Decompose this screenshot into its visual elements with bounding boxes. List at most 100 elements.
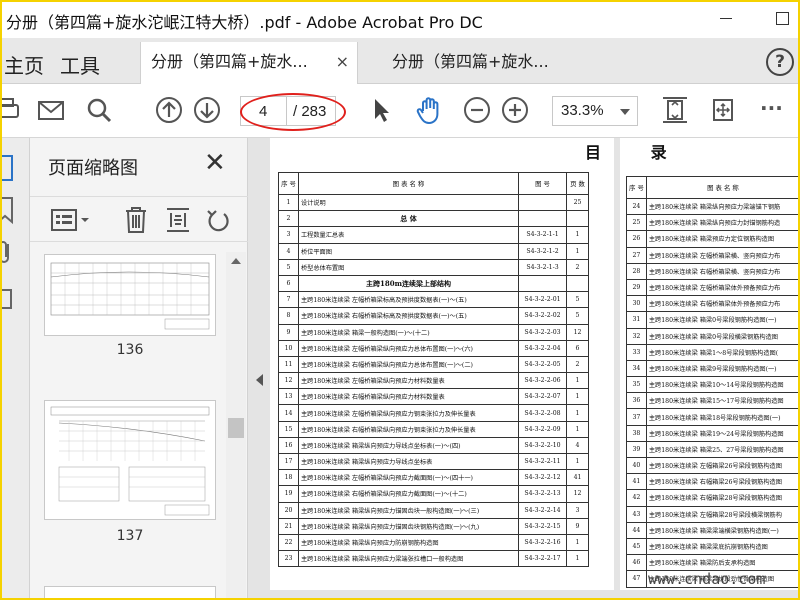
row-drawing-number: S4-3-2-2-05: [518, 355, 567, 374]
page-thumbnail[interactable]: [44, 254, 216, 336]
home-tab[interactable]: 主页: [4, 50, 44, 79]
row-title: 总 体: [298, 210, 519, 228]
table-row: 3 工程数量汇总表 S4-3-2-1-1 1: [278, 226, 589, 244]
table-row: 13 主跨180米连续梁 右幅桥箱梁纵向预应力材料数量表 S4-3-2-2-07 1: [278, 388, 589, 406]
table-row: 11 主跨180米连续梁 右幅桥箱梁纵向预应力总体布置图(一)～(二) S4-3-2…: [278, 355, 589, 374]
table-row: 37 主跨180米连续梁 箱梁18号梁段钢筋构造图(一): [626, 408, 800, 426]
row-number: 23: [278, 550, 299, 568]
navigation-rail: [0, 138, 30, 600]
tab-document-2[interactable]: 分册（第四篇+旋水...: [382, 42, 572, 84]
page-thumbnail[interactable]: [44, 400, 216, 520]
row-drawing-number: S4-3-2-1-3: [518, 258, 567, 276]
extract-page-icon[interactable]: [164, 205, 192, 235]
tab-label: 分册（第四篇+旋水...: [151, 52, 308, 71]
fit-page-icon[interactable]: [660, 95, 690, 125]
table-row: 14 主跨180米连续梁 左幅桥箱梁纵向预应力钢束张拉力及伸长量表 S4-3-2-2…: [278, 404, 589, 422]
panel-scrollbar[interactable]: [226, 252, 246, 600]
zoom-in-icon[interactable]: [500, 95, 530, 125]
table-row: 22 主跨180米连续梁 箱梁纵向预应力防崩钢筋构造图 S4-3-2-2-16 1: [278, 533, 589, 552]
row-drawing-number: S4-3-2-2-09: [518, 420, 567, 438]
row-number: 18: [278, 469, 299, 487]
hand-tool-icon[interactable]: [414, 95, 444, 125]
full-screen-icon[interactable]: [708, 95, 738, 125]
scroll-up-icon[interactable]: [231, 258, 241, 264]
row-number: 9: [278, 323, 299, 341]
annotation-oval: [240, 93, 346, 131]
table-row: 43 主跨180米连续梁 左幅箱梁28号梁段横梁钢筋构: [626, 505, 800, 523]
row-number: 14: [278, 404, 299, 422]
more-tools-icon[interactable]: ···: [760, 96, 783, 120]
print-icon[interactable]: [0, 95, 22, 125]
search-icon[interactable]: [84, 95, 114, 125]
row-number: 22: [278, 533, 299, 552]
row-page-count: 9: [566, 517, 589, 535]
row-number: 47: [626, 570, 647, 588]
row-page-count: 1: [566, 533, 589, 552]
thumbnail-preview: [50, 262, 210, 330]
help-icon[interactable]: ?: [766, 48, 794, 76]
page-thumbnails-rail-icon[interactable]: [0, 154, 16, 184]
table-row: 9 主跨180米连续梁 箱梁一般构造图(一)～(十二) S4-3-2-2-03 12: [278, 323, 589, 341]
row-page-count: 3: [566, 501, 589, 519]
thumbnail-options-icon[interactable]: [50, 207, 90, 233]
row-drawing-number: S4-3-2-2-03: [518, 323, 567, 341]
close-panel-icon[interactable]: ✕: [204, 148, 226, 178]
zoom-out-icon[interactable]: [462, 95, 492, 125]
row-number: 41: [626, 473, 647, 491]
page-thumbnail[interactable]: [44, 586, 216, 600]
row-number: 32: [626, 327, 647, 345]
table-row: 4 桥位平面图 S4-3-2-1-2 1: [278, 242, 589, 260]
attachments-rail-icon[interactable]: [0, 238, 16, 268]
row-number: 21: [278, 517, 299, 535]
maximize-button[interactable]: [770, 6, 794, 30]
row-title: 主跨180米连续梁 左幅桥箱梁标高及预拱度数据表(一)～(五): [298, 291, 519, 309]
row-number: 43: [626, 505, 647, 523]
delete-page-icon[interactable]: [122, 205, 150, 235]
row-page-count: 1: [566, 404, 589, 422]
row-title: 主跨180米连续梁 左幅桥箱梁纵向预应力钢束张拉力及伸长量表: [298, 404, 519, 422]
row-title: 主跨180m连续梁上部结构: [298, 274, 519, 293]
zoom-select[interactable]: 33.3%: [552, 96, 638, 126]
row-title: 主跨180米连续梁 左幅箱梁28号梁段横梁钢筋构: [645, 505, 800, 523]
contents-heading: 目 录: [585, 143, 689, 162]
next-page-icon[interactable]: [192, 95, 222, 125]
tab-document-active[interactable]: 分册（第四篇+旋水... ×: [140, 42, 358, 84]
row-title: 主跨180米连续梁 箱梁9号梁段钢筋构造图(一): [645, 359, 800, 378]
scrollbar-thumb[interactable]: [228, 418, 244, 438]
thumbnail-page-number: 136: [116, 342, 144, 358]
tab-close-icon[interactable]: ×: [336, 42, 349, 82]
table-row: 15 主跨180米连续梁 右幅桥箱梁纵向预应力钢束张拉力及伸长量表 S4-3-2-2…: [278, 420, 589, 438]
bookmarks-rail-icon[interactable]: [0, 196, 16, 226]
row-page-count: 1: [566, 452, 589, 471]
row-title: 主跨180米连续梁 箱梁纵向预应力锚固齿块钢筋构造图(一)～(九): [298, 517, 519, 535]
previous-page-icon[interactable]: [154, 95, 184, 125]
table-row: 8 主跨180米连续梁 右幅桥箱梁标高及预拱度数据表(一)～(五) S4-3-2-2…: [278, 307, 589, 325]
row-title: 主跨180米连续梁 箱梁纵向预应力梁端张拉槽口一般构造图: [298, 550, 519, 568]
row-title: 主跨180米连续梁 箱梁梁端横梁钢筋构造图(一): [645, 521, 800, 539]
row-title: 主跨180米连续梁 箱梁0号梁段横梁钢筋构造图: [645, 327, 800, 345]
collapse-panel-icon[interactable]: [256, 374, 263, 386]
row-title: 主跨180米连续梁 箱梁预应力定位钢筋构造图: [645, 230, 800, 248]
select-cursor-icon[interactable]: [366, 95, 396, 125]
row-number: 25: [626, 214, 647, 232]
row-number: 39: [626, 440, 647, 459]
chevron-down-icon: [620, 109, 630, 115]
row-number: 24: [626, 197, 647, 216]
row-drawing-number: S4-3-2-2-04: [518, 339, 567, 357]
row-number: 26: [626, 230, 647, 248]
minimize-button[interactable]: [714, 6, 738, 30]
table-row: 16 主跨180米连续梁 箱梁纵向预应力导线点坐标表(一)～(四) S4-3-2-2…: [278, 436, 589, 455]
email-icon[interactable]: [36, 95, 66, 125]
row-drawing-number: S4-3-2-2-08: [518, 404, 567, 422]
table-header-row: 序 号 图 表 名 称 图 号 页 数: [278, 172, 589, 195]
column-header-name: 图 表 名 称: [645, 176, 800, 199]
layers-rail-icon[interactable]: [0, 284, 16, 314]
thumbnail-page-number: 137: [116, 528, 144, 544]
table-row: 41 主跨180米连续梁 右幅箱梁26号梁段钢筋构造图: [626, 473, 800, 491]
zoom-value: 33.3%: [561, 102, 604, 119]
row-drawing-number: S4-3-2-2-06: [518, 372, 567, 390]
table-row: 34 主跨180米连续梁 箱梁9号梁段钢筋构造图(一): [626, 359, 800, 378]
row-number: 28: [626, 262, 647, 280]
tools-tab[interactable]: 工具: [60, 50, 100, 79]
rotate-page-icon[interactable]: [204, 205, 232, 235]
